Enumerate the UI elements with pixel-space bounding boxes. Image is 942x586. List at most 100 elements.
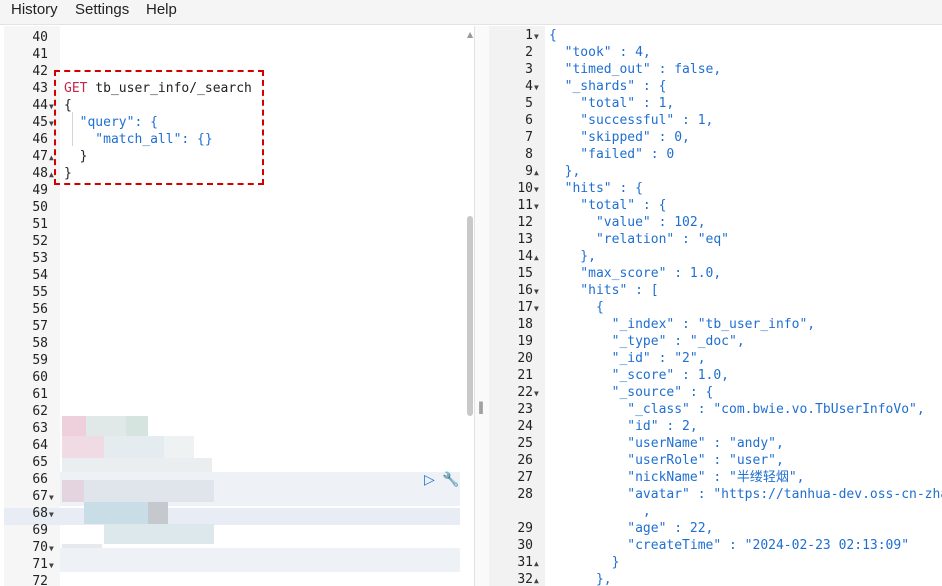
line-number: 30 xyxy=(517,538,533,553)
line-number: 65 xyxy=(32,455,48,470)
code-line[interactable]: 26 "userRole" : "user", xyxy=(489,452,942,469)
code-line[interactable]: 29 "age" : 22, xyxy=(489,520,942,537)
code-text: "max_score" : 1.0, xyxy=(549,266,722,281)
code-line[interactable]: 20 "_id" : "2", xyxy=(489,350,942,367)
code-line[interactable]: 58 xyxy=(4,335,474,352)
fold-expand-icon[interactable]: ▼ xyxy=(534,385,539,402)
code-line[interactable]: 3 "timed_out" : false, xyxy=(489,61,942,78)
pane-resize-divider[interactable] xyxy=(474,26,490,586)
code-text: "timed_out" : false, xyxy=(549,62,722,77)
code-line[interactable]: 72 xyxy=(4,573,474,586)
code-line[interactable]: 2 "took" : 4, xyxy=(489,44,942,61)
code-line[interactable]: 54 xyxy=(4,267,474,284)
code-line[interactable]: 1 ▼ { xyxy=(489,27,942,44)
code-line[interactable]: 8 "failed" : 0 xyxy=(489,146,942,163)
code-line[interactable]: 5 "total" : 1, xyxy=(489,95,942,112)
code-text: "_shards" : { xyxy=(549,79,667,94)
code-line[interactable]: 40 xyxy=(4,29,474,46)
code-line[interactable]: 41 xyxy=(4,46,474,63)
code-line[interactable]: 10 ▼ "hits" : { xyxy=(489,180,942,197)
line-number: 32 xyxy=(517,572,533,586)
code-line[interactable]: 60 xyxy=(4,369,474,386)
line-number: 11 xyxy=(517,198,533,213)
line-number: 27 xyxy=(517,470,533,485)
code-text: "total" : 1, xyxy=(549,96,675,111)
query-highlight-box xyxy=(54,70,264,185)
line-number: 3 xyxy=(525,62,533,77)
line-number: 1 xyxy=(525,28,533,43)
code-line[interactable]: 27 "nickName" : "半缕轻烟", xyxy=(489,469,942,486)
code-line[interactable]: 9 ▲ }, xyxy=(489,163,942,180)
fold-expand-icon[interactable]: ▼ xyxy=(49,557,54,574)
code-line[interactable]: 52 xyxy=(4,233,474,250)
line-number: 10 xyxy=(517,181,533,196)
scroll-up-arrow[interactable]: ▲ xyxy=(467,30,473,39)
fold-expand-icon[interactable]: ▼ xyxy=(49,540,54,557)
code-line[interactable]: 61 xyxy=(4,386,474,403)
code-line[interactable]: 53 xyxy=(4,250,474,267)
code-line[interactable]: 12 "value" : 102, xyxy=(489,214,942,231)
code-line[interactable]: 4 ▼ "_shards" : { xyxy=(489,78,942,95)
code-line[interactable]: 22 ▼ "_source" : { xyxy=(489,384,942,401)
code-line[interactable]: 28 "avatar" : "https://tanhua-dev.oss-cn… xyxy=(489,486,942,503)
code-line[interactable]: 57 xyxy=(4,318,474,335)
line-number: 69 xyxy=(32,523,48,538)
code-line[interactable]: 59 xyxy=(4,352,474,369)
code-line[interactable]: 30 "createTime" : "2024-02-23 02:13:09" xyxy=(489,537,942,554)
fold-collapse-icon[interactable]: ▲ xyxy=(534,555,539,572)
code-line[interactable]: 17 ▼ { xyxy=(489,299,942,316)
code-line[interactable]: 31 ▲ } xyxy=(489,554,942,571)
request-editor[interactable]: 40 41 42 43 GET tb_user_info/_search 44 ▼{45 ▼ … xyxy=(4,26,474,586)
code-line[interactable]: 21 "_score" : 1.0, xyxy=(489,367,942,384)
fold-expand-icon[interactable]: ▼ xyxy=(534,198,539,215)
blurred-block xyxy=(104,436,164,458)
fold-collapse-icon[interactable]: ▲ xyxy=(534,164,539,181)
code-line[interactable]: 7 "skipped" : 0, xyxy=(489,129,942,146)
line-number: 23 xyxy=(517,402,533,417)
fold-expand-icon[interactable]: ▼ xyxy=(534,79,539,96)
code-line[interactable]: 32 ▲ }, xyxy=(489,571,942,586)
code-line[interactable]: 13 "relation" : "eq" xyxy=(489,231,942,248)
fold-expand-icon[interactable]: ▼ xyxy=(49,506,54,523)
fold-expand-icon[interactable]: ▼ xyxy=(534,300,539,317)
fold-expand-icon[interactable]: ▼ xyxy=(534,283,539,300)
code-line[interactable]: 56 xyxy=(4,301,474,318)
code-line[interactable]: 11 ▼ "total" : { xyxy=(489,197,942,214)
vertical-scrollbar[interactable] xyxy=(467,216,473,416)
code-text: "id" : 2, xyxy=(549,419,698,434)
fold-expand-icon[interactable]: ▼ xyxy=(534,181,539,198)
code-line[interactable]: 18 "_index" : "tb_user_info", xyxy=(489,316,942,333)
code-line[interactable]: 50 xyxy=(4,199,474,216)
fold-collapse-icon[interactable]: ▲ xyxy=(534,249,539,266)
code-line[interactable]: , xyxy=(489,503,942,520)
code-line[interactable]: 15 "max_score" : 1.0, xyxy=(489,265,942,282)
fold-expand-icon[interactable]: ▼ xyxy=(49,489,54,506)
code-line[interactable]: 6 "successful" : 1, xyxy=(489,112,942,129)
fold-collapse-icon[interactable]: ▲ xyxy=(534,572,539,586)
line-number: 31 xyxy=(517,555,533,570)
line-number: 44 xyxy=(32,98,48,113)
line-number: 72 xyxy=(32,574,48,586)
fold-expand-icon[interactable]: ▼ xyxy=(534,28,539,45)
code-line[interactable]: 51 xyxy=(4,216,474,233)
play-icon[interactable]: ▷ xyxy=(424,472,435,488)
code-text: , xyxy=(549,504,651,519)
code-line[interactable]: 16 ▼ "hits" : [ xyxy=(489,282,942,299)
wrench-icon[interactable]: 🔧 xyxy=(442,472,459,488)
code-line[interactable]: 14 ▲ }, xyxy=(489,248,942,265)
code-line[interactable]: 68 ▼ xyxy=(4,505,474,522)
menu-history[interactable]: History xyxy=(11,1,58,18)
code-line[interactable]: 69 xyxy=(4,522,474,539)
code-line[interactable]: 25 "userName" : "andy", xyxy=(489,435,942,452)
resize-grip-icon[interactable]: ‖ xyxy=(478,400,484,414)
action-bar-lower xyxy=(60,548,460,572)
line-number: 12 xyxy=(517,215,533,230)
menu-help[interactable]: Help xyxy=(146,1,177,18)
code-line[interactable]: 23 "_class" : "com.bwie.vo.TbUserInfoVo"… xyxy=(489,401,942,418)
code-line[interactable]: 24 "id" : 2, xyxy=(489,418,942,435)
line-number: 54 xyxy=(32,268,48,283)
response-viewer[interactable]: 1 ▼{2 "took" : 4, 3 "timed_out" : false, 4 ▼… xyxy=(489,26,942,586)
menu-settings[interactable]: Settings xyxy=(75,1,129,18)
code-line[interactable]: 19 "_type" : "_doc", xyxy=(489,333,942,350)
code-line[interactable]: 55 xyxy=(4,284,474,301)
